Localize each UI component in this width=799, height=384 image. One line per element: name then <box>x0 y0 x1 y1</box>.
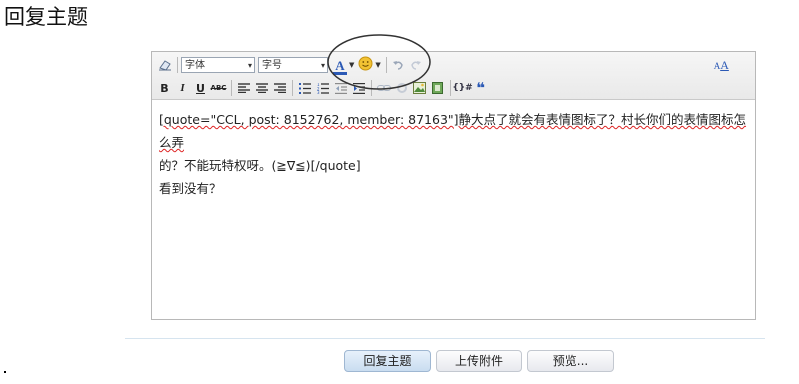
editor-content[interactable]: [quote="CCL, post: 8152762, member: 8716… <box>159 108 747 200</box>
emoji-button[interactable]: ▼ <box>356 56 382 74</box>
toolbar-separator <box>371 80 372 96</box>
preview-button[interactable]: 预览... <box>527 350 614 372</box>
chevron-down-icon: ▾ <box>247 61 252 70</box>
svg-text:3: 3 <box>317 90 320 94</box>
font-size-select[interactable]: 字号 ▾ <box>258 57 328 73</box>
italic-button[interactable]: I <box>174 79 191 97</box>
font-size-value: 字号 <box>262 60 282 71</box>
unlink-icon[interactable] <box>393 79 410 97</box>
undo-icon[interactable] <box>390 56 407 74</box>
font-size-toggle-icon[interactable]: AA <box>713 56 730 74</box>
editor-line: 的？不能玩特权呀。(≧∇≦)[/quote] <box>159 158 361 173</box>
outdent-icon[interactable] <box>332 79 349 97</box>
align-left-icon[interactable] <box>235 79 252 97</box>
align-center-icon[interactable] <box>253 79 270 97</box>
font-color-button[interactable]: A ▼ <box>331 55 356 75</box>
ordered-list-icon[interactable]: 123 <box>314 79 331 97</box>
image-icon[interactable] <box>411 79 428 97</box>
reply-topic-button[interactable]: 回复主题 <box>344 350 431 372</box>
smiley-icon <box>358 56 373 75</box>
toolbar-separator <box>292 80 293 96</box>
font-family-select[interactable]: 字体 ▾ <box>181 57 255 73</box>
toolbar-row-1: 字体 ▾ 字号 ▾ A ▼ ▼ AA <box>156 54 731 76</box>
editor-line-text: [quote="CCL, post: 8152762, member: 8716… <box>159 112 747 150</box>
page-title: 回复主题 <box>4 5 88 29</box>
chevron-down-icon: ▼ <box>349 61 355 69</box>
unordered-list-icon[interactable] <box>296 79 313 97</box>
upload-attachment-button[interactable]: 上传附件 <box>436 350 522 372</box>
editor-line: [quote="CCL, post: 8152762, member: 8716… <box>159 108 747 154</box>
quote-icon[interactable]: ❝ <box>472 79 489 97</box>
font-color-icon: A <box>333 55 347 75</box>
link-icon[interactable] <box>375 79 392 97</box>
redo-icon[interactable] <box>408 56 425 74</box>
editor-toolbar: 字体 ▾ 字号 ▾ A ▼ ▼ AA B I U ABC 1 2 3 {}# ❝ <box>152 52 755 100</box>
font-color-glyph: A <box>335 58 345 73</box>
chevron-down-icon: ▾ <box>320 61 325 70</box>
indent-icon[interactable] <box>350 79 367 97</box>
underline-button[interactable]: U <box>192 79 209 97</box>
editor-line: 看到没有？ <box>159 181 222 196</box>
bold-button[interactable]: B <box>156 79 173 97</box>
dot-marker <box>4 371 6 373</box>
media-icon[interactable] <box>429 79 446 97</box>
font-family-value: 字体 <box>185 60 205 71</box>
eraser-icon[interactable] <box>156 56 173 74</box>
align-right-icon[interactable] <box>271 79 288 97</box>
rich-text-editor: 字体 ▾ 字号 ▾ A ▼ ▼ AA B I U ABC 1 2 3 {}# ❝… <box>151 51 756 320</box>
toolbar-separator <box>177 57 178 73</box>
strikethrough-button[interactable]: ABC <box>210 79 227 97</box>
special-characters-button[interactable]: {}# <box>452 79 472 97</box>
toolbar-separator <box>450 80 451 96</box>
toolbar-separator <box>385 57 387 73</box>
chevron-down-icon: ▼ <box>375 61 381 69</box>
toolbar-row-2: B I U ABC 123 {}# ❝ <box>156 77 490 99</box>
toolbar-separator <box>231 80 232 96</box>
divider <box>125 338 765 339</box>
